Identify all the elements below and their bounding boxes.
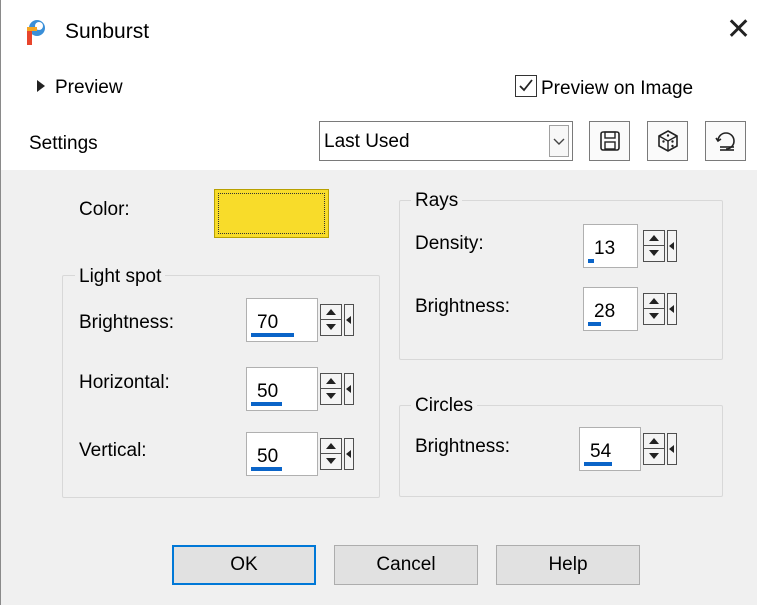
spin-arrows[interactable] xyxy=(643,433,665,465)
dropdown-arrow-button[interactable] xyxy=(549,125,569,157)
spin-arrows[interactable] xyxy=(643,293,665,325)
rays-density-label: Density: xyxy=(415,233,484,254)
light-spot-brightness-input[interactable]: 70 xyxy=(246,298,318,342)
checkmark-icon xyxy=(519,79,533,92)
spin-arrows[interactable] xyxy=(320,373,342,405)
cancel-button[interactable]: Cancel xyxy=(334,545,478,585)
light-spot-vertical-label: Vertical: xyxy=(79,440,147,461)
rays-density-input[interactable]: 13 xyxy=(583,224,638,268)
rays-brightness-spinner[interactable]: 28 xyxy=(583,287,699,331)
light-spot-brightness-label: Brightness: xyxy=(79,312,175,333)
dice-icon xyxy=(658,130,678,152)
save-icon xyxy=(600,131,620,151)
rays-density-spinner[interactable]: 13 xyxy=(583,224,699,268)
slider-popout-button[interactable] xyxy=(344,373,354,405)
rays-brightness-value: 28 xyxy=(594,301,616,322)
close-icon[interactable]: ✕ xyxy=(726,15,757,49)
slider-popout-button[interactable] xyxy=(667,433,677,465)
ok-button[interactable]: OK xyxy=(172,545,316,585)
light-spot-title: Light spot xyxy=(75,266,166,288)
preview-row: Preview Preview on Image xyxy=(1,65,757,115)
paintshop-app-icon xyxy=(27,20,45,45)
expand-triangle-icon xyxy=(37,80,45,92)
window-title: Sunburst xyxy=(65,20,150,43)
color-label: Color: xyxy=(79,199,130,220)
circles-brightness-spinner[interactable]: 54 xyxy=(579,427,695,471)
settings-row: Settings Last Used xyxy=(1,115,757,170)
rays-density-level-bar xyxy=(588,259,594,263)
preview-toggle-label: Preview xyxy=(55,77,123,98)
reset-button[interactable] xyxy=(705,121,746,161)
settings-label: Settings xyxy=(29,133,98,154)
preview-toggle[interactable]: Preview xyxy=(37,77,123,99)
title-bar: Sunburst ✕ xyxy=(1,0,757,65)
rays-brightness-label: Brightness: xyxy=(415,296,511,317)
circles-title: Circles xyxy=(411,395,478,417)
circles-brightness-input[interactable]: 54 xyxy=(579,427,641,471)
rays-density-value: 13 xyxy=(594,238,616,259)
circles-brightness-value: 54 xyxy=(590,441,612,462)
spin-arrows[interactable] xyxy=(320,304,342,336)
checkbox-box[interactable] xyxy=(515,75,537,97)
light-spot-vertical-level-bar xyxy=(251,467,282,471)
light-spot-vertical-spinner[interactable]: 50 xyxy=(246,432,362,476)
light-spot-brightness-value: 70 xyxy=(257,312,279,333)
preview-on-image-label: Preview on Image xyxy=(541,78,694,99)
reset-icon xyxy=(715,132,735,151)
light-spot-vertical-input[interactable]: 50 xyxy=(246,432,318,476)
preset-dropdown[interactable]: Last Used xyxy=(319,121,573,161)
rays-brightness-input[interactable]: 28 xyxy=(583,287,638,331)
preset-value: Last Used xyxy=(324,131,410,152)
light-spot-horizontal-label: Horizontal: xyxy=(79,372,170,393)
light-spot-vertical-value: 50 xyxy=(257,446,279,467)
slider-popout-button[interactable] xyxy=(667,293,677,325)
sunburst-dialog: Sunburst ✕ Preview Preview on Image Sett… xyxy=(0,0,757,605)
light-spot-brightness-spinner[interactable]: 70 xyxy=(246,298,362,342)
randomize-button[interactable] xyxy=(647,121,688,161)
light-spot-brightness-level-bar xyxy=(251,333,294,337)
color-swatch[interactable] xyxy=(214,189,329,238)
help-button[interactable]: Help xyxy=(496,545,640,585)
circles-brightness-label: Brightness: xyxy=(415,436,511,457)
slider-popout-button[interactable] xyxy=(344,304,354,336)
light-spot-horizontal-input[interactable]: 50 xyxy=(246,367,318,411)
rays-brightness-level-bar xyxy=(588,322,601,326)
spin-arrows[interactable] xyxy=(643,230,665,262)
circles-brightness-level-bar xyxy=(584,462,612,466)
save-preset-button[interactable] xyxy=(589,121,630,161)
slider-popout-button[interactable] xyxy=(667,230,677,262)
spin-arrows[interactable] xyxy=(320,438,342,470)
light-spot-horizontal-spinner[interactable]: 50 xyxy=(246,367,362,411)
rays-title: Rays xyxy=(411,190,463,212)
slider-popout-button[interactable] xyxy=(344,438,354,470)
chevron-down-icon xyxy=(553,138,565,145)
light-spot-horizontal-level-bar xyxy=(251,402,282,406)
light-spot-horizontal-value: 50 xyxy=(257,381,279,402)
preview-on-image-checkbox[interactable]: Preview on Image xyxy=(515,75,693,100)
